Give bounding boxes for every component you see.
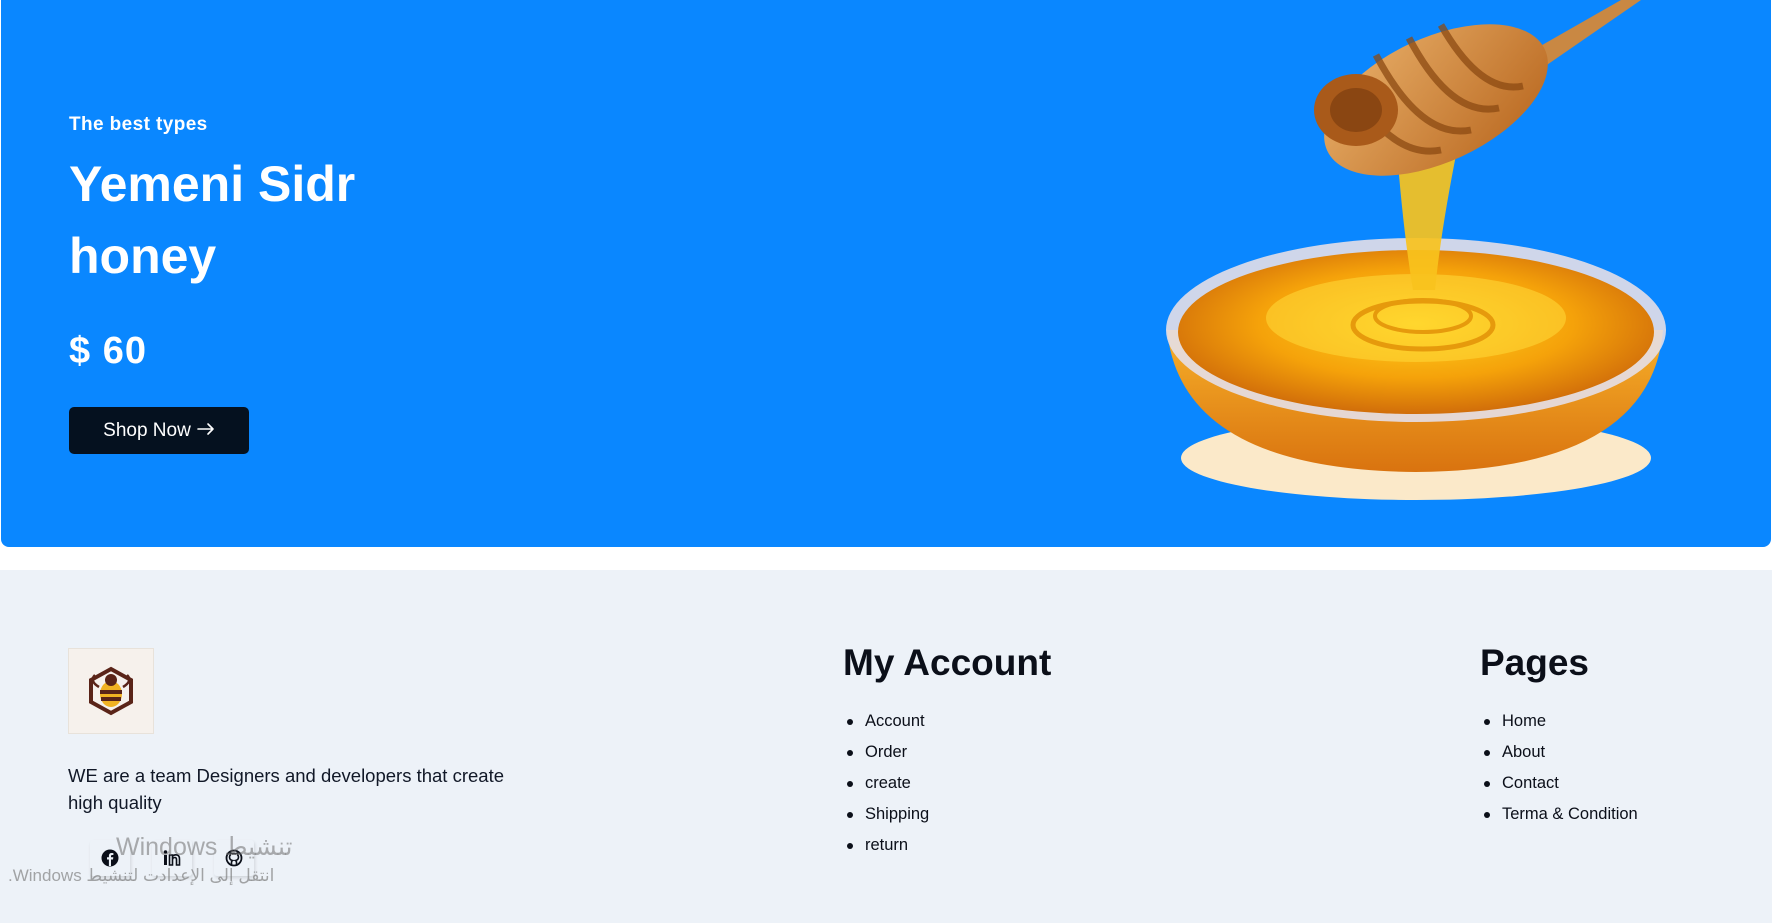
shop-now-button[interactable]: Shop Now [69,407,249,454]
account-link-account[interactable]: Account [843,706,929,737]
windows-activation-title: تنشيط Windows [116,833,293,861]
hero-banner: The best types Yemeni Sidr honey $ 60 Sh… [1,0,1771,547]
arrow-right-icon [197,420,215,442]
pages-link-contact[interactable]: Contact [1480,768,1638,799]
bee-logo-icon [89,666,133,716]
hero-title: Yemeni Sidr honey [69,156,356,284]
account-link-return[interactable]: return [843,830,929,861]
shop-now-label: Shop Now [103,419,191,441]
pages-link-terms[interactable]: Terma & Condition [1480,799,1638,830]
pages-link-about[interactable]: About [1480,737,1638,768]
windows-activation-subtitle: انتقل إلى الإعدادت لتنشيط Windows. [8,866,275,885]
pages-links: Home About Contact Terma & Condition [1480,706,1638,830]
hero-price: $ 60 [69,330,147,372]
footer-description: WE are a team Designers and developers t… [68,765,505,813]
my-account-title: My Account [843,642,1052,683]
hero-subtitle: The best types [69,114,208,135]
account-links: Account Order create Shipping return [843,706,929,861]
bee-logo[interactable] [68,648,154,734]
account-link-order[interactable]: Order [843,737,929,768]
pages-link-home[interactable]: Home [1480,706,1638,737]
account-link-shipping[interactable]: Shipping [843,799,929,830]
account-link-create[interactable]: create [843,768,929,799]
pages-title: Pages [1480,642,1590,683]
honey-bowl-image [1166,0,1666,500]
